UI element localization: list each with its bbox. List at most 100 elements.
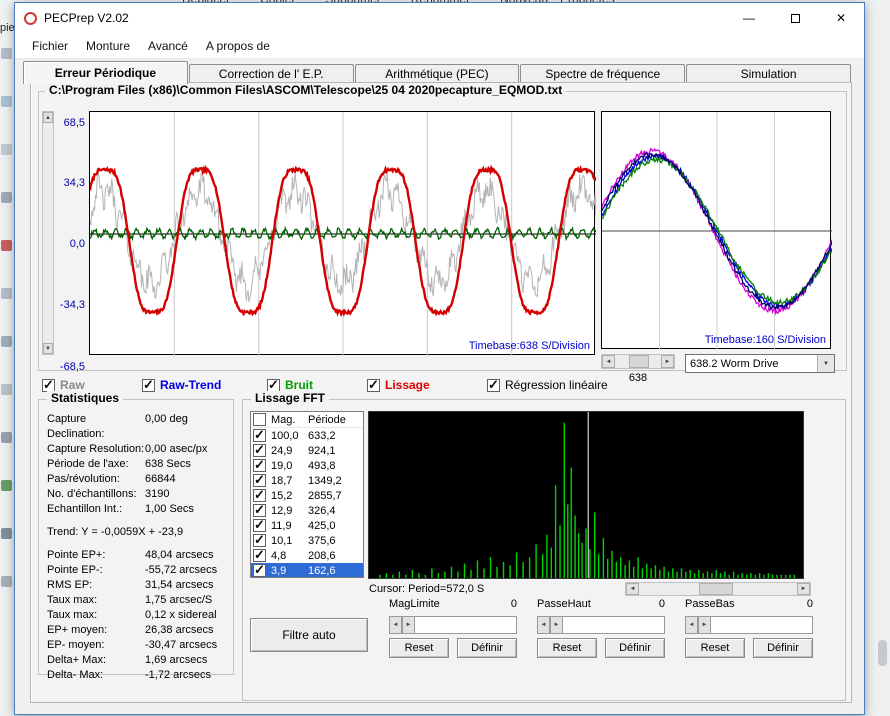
series-checkbox[interactable] bbox=[267, 377, 280, 393]
fft-list-row[interactable]: 24,9 924,1 bbox=[251, 442, 363, 458]
fft-row-checkbox[interactable] bbox=[253, 472, 266, 488]
background-app-icon[interactable] bbox=[1, 96, 12, 107]
title-bar[interactable]: PECPrep V2.02 — ✕ bbox=[15, 3, 864, 33]
spinner-left-icon[interactable] bbox=[537, 616, 550, 634]
fft-row-checkbox[interactable] bbox=[253, 547, 266, 563]
spinner-right-icon[interactable] bbox=[698, 616, 711, 634]
background-app-icon[interactable] bbox=[1, 336, 12, 347]
filter-spinner[interactable] bbox=[537, 616, 665, 634]
chevron-down-icon[interactable] bbox=[817, 355, 834, 372]
auto-filter-button[interactable]: Filtre auto bbox=[250, 618, 368, 652]
series-checkbox[interactable] bbox=[367, 377, 380, 393]
filter-spinner[interactable] bbox=[389, 616, 517, 634]
scroll-right-icon[interactable] bbox=[797, 583, 810, 595]
app-window: PECPrep V2.02 — ✕ Fichier Monture Avancé A … bbox=[14, 2, 865, 715]
fft-row-period: 924,1 bbox=[308, 444, 336, 457]
spinner-left-icon[interactable] bbox=[389, 616, 402, 634]
fft-row-period: 326,4 bbox=[308, 504, 336, 517]
fft-row-checkbox[interactable] bbox=[253, 442, 266, 458]
series-toggle[interactable]: Raw bbox=[42, 377, 142, 393]
fft-row-checkbox[interactable] bbox=[253, 517, 266, 533]
series-toggle[interactable]: Régression linéaire bbox=[487, 377, 608, 393]
spinner-left-icon[interactable] bbox=[685, 616, 698, 634]
fft-list-row[interactable]: 10,1 375,6 bbox=[251, 532, 363, 548]
fft-list-row[interactable]: 15,2 2855,7 bbox=[251, 487, 363, 503]
fft-row-checkbox[interactable] bbox=[253, 487, 266, 503]
filter-spinner[interactable] bbox=[685, 616, 813, 634]
spinner-value-box[interactable] bbox=[415, 616, 517, 634]
menu-item[interactable]: Monture bbox=[77, 35, 139, 57]
fft-list-row[interactable]: 100,0 633,2 bbox=[251, 427, 363, 443]
worm-scroll-thumb[interactable] bbox=[629, 355, 649, 368]
reset-button[interactable]: Reset bbox=[537, 638, 597, 658]
spinner-value-box[interactable] bbox=[711, 616, 813, 634]
spinner-right-icon[interactable] bbox=[550, 616, 563, 634]
minimize-button[interactable]: — bbox=[726, 3, 772, 33]
background-app-icon[interactable] bbox=[1, 144, 12, 155]
worm-scroll-track[interactable] bbox=[615, 355, 661, 368]
statistic-value: 1,00 Secs bbox=[145, 503, 194, 515]
tab[interactable]: Erreur Périodique bbox=[23, 61, 188, 84]
background-app-icon[interactable] bbox=[1, 576, 12, 587]
menu-item[interactable]: Avancé bbox=[139, 35, 197, 57]
reset-button[interactable]: Reset bbox=[685, 638, 745, 658]
statistic-label: Pointe EP+: bbox=[47, 549, 106, 561]
fft-list-row[interactable]: 11,9 425,0 bbox=[251, 517, 363, 533]
series-checkbox[interactable] bbox=[42, 377, 55, 393]
fft-frequency-list[interactable]: Mag. Période 100,0 633,2 bbox=[250, 411, 364, 578]
worm-drive-dropdown[interactable]: 638.2 Worm Drive bbox=[685, 354, 835, 373]
background-app-icon[interactable] bbox=[1, 480, 12, 491]
fft-list-row[interactable]: 12,9 326,4 bbox=[251, 502, 363, 518]
chart-vertical-scrollbar[interactable] bbox=[42, 111, 54, 355]
scroll-right-icon[interactable] bbox=[661, 355, 674, 368]
fft-list-row[interactable]: 19,0 493,8 bbox=[251, 457, 363, 473]
fft-row-checkbox[interactable] bbox=[253, 502, 266, 518]
menu-item[interactable]: A propos de bbox=[197, 35, 279, 57]
background-app-icon[interactable] bbox=[1, 48, 12, 59]
fft-list-row[interactable]: 4,8 208,6 bbox=[251, 547, 363, 563]
tab[interactable]: Correction de l' E.P. bbox=[188, 64, 354, 83]
fft-row-checkbox[interactable] bbox=[253, 457, 266, 473]
fft-list-row[interactable]: 3,9 162,6 bbox=[251, 562, 363, 577]
series-checkbox[interactable] bbox=[142, 377, 155, 393]
fft-row-checkbox[interactable] bbox=[253, 562, 266, 577]
select-all-checkbox[interactable] bbox=[253, 413, 266, 426]
background-app-icon[interactable] bbox=[1, 240, 12, 251]
maximize-button[interactable] bbox=[772, 3, 818, 33]
background-app-icon[interactable] bbox=[1, 528, 12, 539]
fft-list-row[interactable]: 18,7 1349,2 bbox=[251, 472, 363, 488]
define-button[interactable]: Définir bbox=[605, 638, 665, 658]
series-toggle[interactable]: Raw-Trend bbox=[142, 377, 267, 393]
tab[interactable]: Spectre de fréquence bbox=[520, 64, 686, 83]
spinner-value-box[interactable] bbox=[563, 616, 665, 634]
fft-scrollbar[interactable] bbox=[625, 582, 811, 596]
tab[interactable]: Arithmétique (PEC) bbox=[354, 64, 520, 83]
fft-row-checkbox[interactable] bbox=[253, 427, 266, 443]
worm-cycle-scrollbar[interactable] bbox=[601, 354, 675, 369]
background-scrollbar[interactable] bbox=[878, 640, 887, 666]
define-button[interactable]: Définir bbox=[753, 638, 813, 658]
background-app-icon[interactable] bbox=[1, 384, 12, 395]
series-toggle[interactable]: Bruit bbox=[267, 377, 367, 393]
close-button[interactable]: ✕ bbox=[818, 3, 864, 33]
vertical-scroll-track[interactable] bbox=[43, 123, 53, 343]
fft-row-checkbox[interactable] bbox=[253, 532, 266, 548]
tab[interactable]: Simulation bbox=[686, 64, 851, 83]
scroll-down-icon[interactable] bbox=[43, 343, 53, 354]
menu-item[interactable]: Fichier bbox=[23, 35, 77, 57]
spinner-right-icon[interactable] bbox=[402, 616, 415, 634]
background-app-icon[interactable] bbox=[1, 432, 12, 443]
scroll-left-icon[interactable] bbox=[602, 355, 615, 368]
fft-scroll-track[interactable] bbox=[639, 583, 797, 595]
series-toggle[interactable]: Lissage bbox=[367, 377, 487, 393]
fft-spectrum-chart[interactable] bbox=[368, 411, 804, 579]
reset-button[interactable]: Reset bbox=[389, 638, 449, 658]
define-button[interactable]: Définir bbox=[457, 638, 517, 658]
background-app-icon[interactable] bbox=[1, 192, 12, 203]
scroll-left-icon[interactable] bbox=[626, 583, 639, 595]
series-checkbox[interactable] bbox=[487, 377, 500, 393]
fft-row-period: 425,0 bbox=[308, 519, 336, 532]
fft-scroll-thumb[interactable] bbox=[699, 583, 734, 595]
background-app-icon[interactable] bbox=[1, 288, 12, 299]
scroll-up-icon[interactable] bbox=[43, 112, 53, 123]
